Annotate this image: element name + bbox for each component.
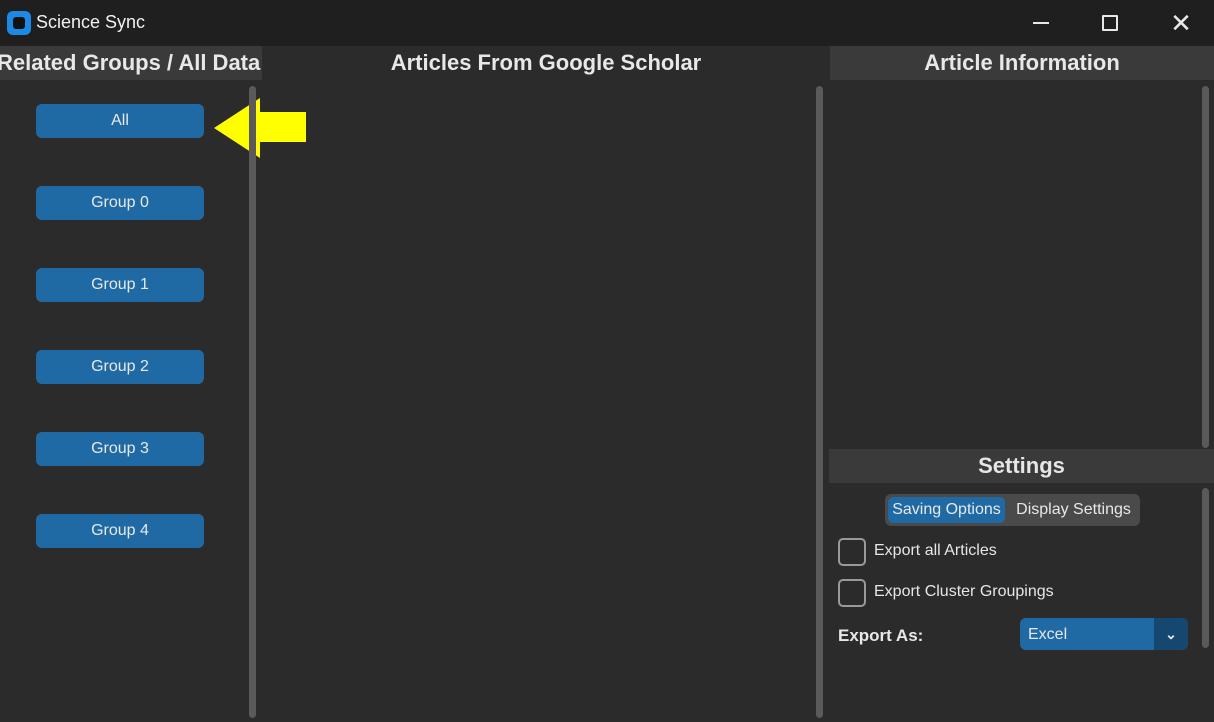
tab-saving-options[interactable]: Saving Options [888, 497, 1005, 523]
app-icon [7, 11, 31, 35]
group-button-4[interactable]: Group 4 [36, 514, 204, 548]
article-info-header: Article Information [830, 46, 1214, 80]
window-title: Science Sync [36, 12, 146, 32]
maximize-button[interactable] [1075, 0, 1145, 46]
close-button[interactable]: ✕ [1146, 0, 1214, 46]
export-format-value: Excel [1028, 626, 1068, 643]
export-all-articles-checkbox[interactable] [838, 538, 866, 566]
groups-header-label: Related Groups / All Data [0, 50, 261, 75]
group-button-2[interactable]: Group 2 [36, 350, 204, 384]
groups-header: Related Groups / All Data [0, 46, 262, 80]
export-cluster-groupings-label[interactable]: Export Cluster Groupings [874, 583, 1054, 601]
minimize-button[interactable] [1006, 0, 1076, 46]
chevron-down-icon: ⌄ [1165, 625, 1177, 642]
close-icon: ✕ [1170, 8, 1192, 38]
articles-scrollbar[interactable] [816, 86, 823, 718]
maximize-icon [1102, 15, 1118, 31]
groups-scrollbar[interactable] [249, 86, 256, 718]
settings-header: Settings [829, 449, 1214, 483]
group-button-3[interactable]: Group 3 [36, 432, 204, 466]
group-button-all[interactable]: All [36, 104, 204, 138]
arrow-left-icon [214, 98, 306, 158]
minimize-icon [1033, 22, 1049, 24]
tab-display-settings[interactable]: Display Settings [1009, 497, 1138, 523]
articles-header: Articles From Google Scholar [262, 46, 830, 80]
group-button-0[interactable]: Group 0 [36, 186, 204, 220]
group-button-1[interactable]: Group 1 [36, 268, 204, 302]
dropdown-button[interactable]: ⌄ [1154, 618, 1188, 650]
export-all-articles-label[interactable]: Export all Articles [874, 542, 997, 560]
export-cluster-groupings-checkbox[interactable] [838, 579, 866, 607]
article-info-scrollbar[interactable] [1202, 86, 1209, 448]
export-as-label: Export As: [838, 626, 924, 645]
settings-scrollbar[interactable] [1202, 488, 1209, 648]
